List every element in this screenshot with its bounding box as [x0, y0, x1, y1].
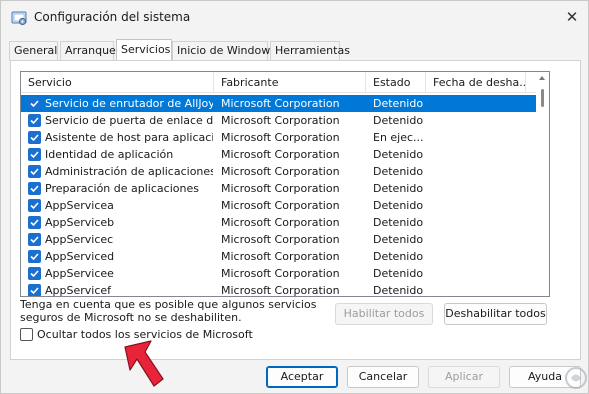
- service-status-cell: En ejec...: [373, 131, 424, 144]
- red-arrow-icon: [124, 340, 164, 387]
- tab-arranque[interactable]: Arranque: [60, 41, 116, 61]
- cancel-button[interactable]: Cancelar: [347, 366, 419, 388]
- service-checkbox[interactable]: [28, 97, 41, 110]
- column-header-fabricante[interactable]: Fabricante: [214, 72, 366, 93]
- service-row[interactable]: Administración de aplicaciones Microsoft …: [21, 163, 536, 180]
- service-status-cell: Detenido: [373, 216, 424, 229]
- service-name-cell: Servicio de enrutador de AllJoyn: [45, 97, 213, 110]
- service-name-cell: AppServiceb: [45, 216, 115, 229]
- service-status-cell: Detenido: [373, 165, 424, 178]
- close-icon: ✕: [565, 8, 579, 26]
- watermark-logo-icon: [565, 367, 587, 389]
- list-header: Servicio Fabricante Estado Fecha de desh…: [21, 72, 536, 93]
- scroll-up-icon[interactable]: [539, 76, 545, 80]
- service-vendor-cell: Microsoft Corporation: [221, 182, 340, 195]
- service-status-cell: Detenido: [373, 114, 424, 127]
- service-name-cell: Asistente de host para aplicacio...: [45, 131, 213, 144]
- column-header-fecha[interactable]: Fecha de desha...: [426, 72, 526, 93]
- column-header-estado[interactable]: Estado: [366, 72, 426, 93]
- service-row[interactable]: Asistente de host para aplicacio... Micro…: [21, 129, 536, 146]
- service-checkbox[interactable]: [28, 250, 41, 263]
- service-vendor-cell: Microsoft Corporation: [221, 114, 340, 127]
- service-name-cell: AppServicef: [45, 284, 112, 297]
- service-checkbox[interactable]: [28, 284, 41, 296]
- service-row[interactable]: AppServiced Microsoft Corporation Detenido: [21, 248, 536, 265]
- service-row[interactable]: AppServicec Microsoft Corporation Detenido: [21, 231, 536, 248]
- service-row[interactable]: AppServicef Microsoft Corporation Detenido: [21, 282, 536, 297]
- service-status-cell: Detenido: [373, 267, 424, 280]
- tab-inicio-windows[interactable]: Inicio de Windows: [172, 41, 276, 61]
- tab-general[interactable]: General: [9, 41, 58, 61]
- title-bar[interactable]: Configuración del sistema ✕: [1, 1, 588, 35]
- service-vendor-cell: Microsoft Corporation: [221, 97, 340, 110]
- enable-all-button[interactable]: Habilitar todos: [335, 303, 433, 325]
- service-row[interactable]: Servicio de puerta de enlace de ... Micro…: [21, 112, 536, 129]
- ms-services-note: Tenga en cuenta que es posible que algun…: [20, 298, 317, 324]
- service-name-cell: Administración de aplicaciones: [45, 165, 213, 178]
- apply-button[interactable]: Aplicar: [428, 366, 500, 388]
- service-vendor-cell: Microsoft Corporation: [221, 233, 340, 246]
- service-name-cell: Identidad de aplicación: [45, 148, 174, 161]
- service-status-cell: Detenido: [373, 233, 424, 246]
- close-button[interactable]: ✕: [557, 4, 587, 30]
- service-vendor-cell: Microsoft Corporation: [221, 216, 340, 229]
- hide-ms-services-checkbox[interactable]: [20, 328, 33, 341]
- service-status-cell: Detenido: [373, 97, 424, 110]
- service-row[interactable]: AppServicea Microsoft Corporation Detenido: [21, 197, 536, 214]
- service-name-cell: Preparación de aplicaciones: [45, 182, 199, 195]
- tab-servicios[interactable]: Servicios: [116, 39, 172, 61]
- service-checkbox[interactable]: [28, 267, 41, 280]
- service-vendor-cell: Microsoft Corporation: [221, 284, 340, 297]
- service-status-cell: Detenido: [373, 199, 424, 212]
- service-row[interactable]: AppServicee Microsoft Corporation Detenido: [21, 265, 536, 282]
- service-checkbox[interactable]: [28, 148, 41, 161]
- service-status-cell: Detenido: [373, 284, 424, 297]
- service-name-cell: AppServicee: [45, 267, 114, 280]
- service-checkbox[interactable]: [28, 182, 41, 195]
- window-title: Configuración del sistema: [34, 10, 191, 24]
- scroll-thumb[interactable]: [541, 89, 544, 107]
- disable-all-button[interactable]: Deshabilitar todos: [444, 303, 547, 325]
- system-config-window: Configuración del sistema ✕ General Arra…: [0, 0, 589, 394]
- service-checkbox[interactable]: [28, 199, 41, 212]
- msconfig-icon: [11, 10, 27, 26]
- service-row[interactable]: Servicio de enrutador de AllJoyn Microsof…: [21, 95, 536, 112]
- service-vendor-cell: Microsoft Corporation: [221, 199, 340, 212]
- service-vendor-cell: Microsoft Corporation: [221, 148, 340, 161]
- service-checkbox[interactable]: [28, 131, 41, 144]
- service-name-cell: AppServiced: [45, 250, 115, 263]
- service-vendor-cell: Microsoft Corporation: [221, 250, 340, 263]
- ok-button[interactable]: Aceptar: [266, 366, 338, 388]
- service-checkbox[interactable]: [28, 216, 41, 229]
- service-vendor-cell: Microsoft Corporation: [221, 165, 340, 178]
- service-name-cell: Servicio de puerta de enlace de ...: [45, 114, 213, 127]
- service-status-cell: Detenido: [373, 148, 424, 161]
- service-row[interactable]: AppServiceb Microsoft Corporation Detenido: [21, 214, 536, 231]
- service-vendor-cell: Microsoft Corporation: [221, 131, 340, 144]
- column-header-servicio[interactable]: Servicio: [21, 72, 214, 93]
- services-list[interactable]: Servicio Fabricante Estado Fecha de desh…: [20, 71, 550, 297]
- service-status-cell: Detenido: [373, 250, 424, 263]
- service-status-cell: Detenido: [373, 182, 424, 195]
- service-vendor-cell: Microsoft Corporation: [221, 267, 340, 280]
- tab-herramientas[interactable]: Herramientas: [270, 41, 350, 61]
- service-checkbox[interactable]: [28, 233, 41, 246]
- vertical-scrollbar[interactable]: [536, 72, 549, 296]
- service-name-cell: AppServicea: [45, 199, 114, 212]
- service-checkbox[interactable]: [28, 165, 41, 178]
- service-row[interactable]: Preparación de aplicaciones Microsoft Cor…: [21, 180, 536, 197]
- service-name-cell: AppServicec: [45, 233, 114, 246]
- service-row[interactable]: Identidad de aplicación Microsoft Corpora…: [21, 146, 536, 163]
- service-checkbox[interactable]: [28, 114, 41, 127]
